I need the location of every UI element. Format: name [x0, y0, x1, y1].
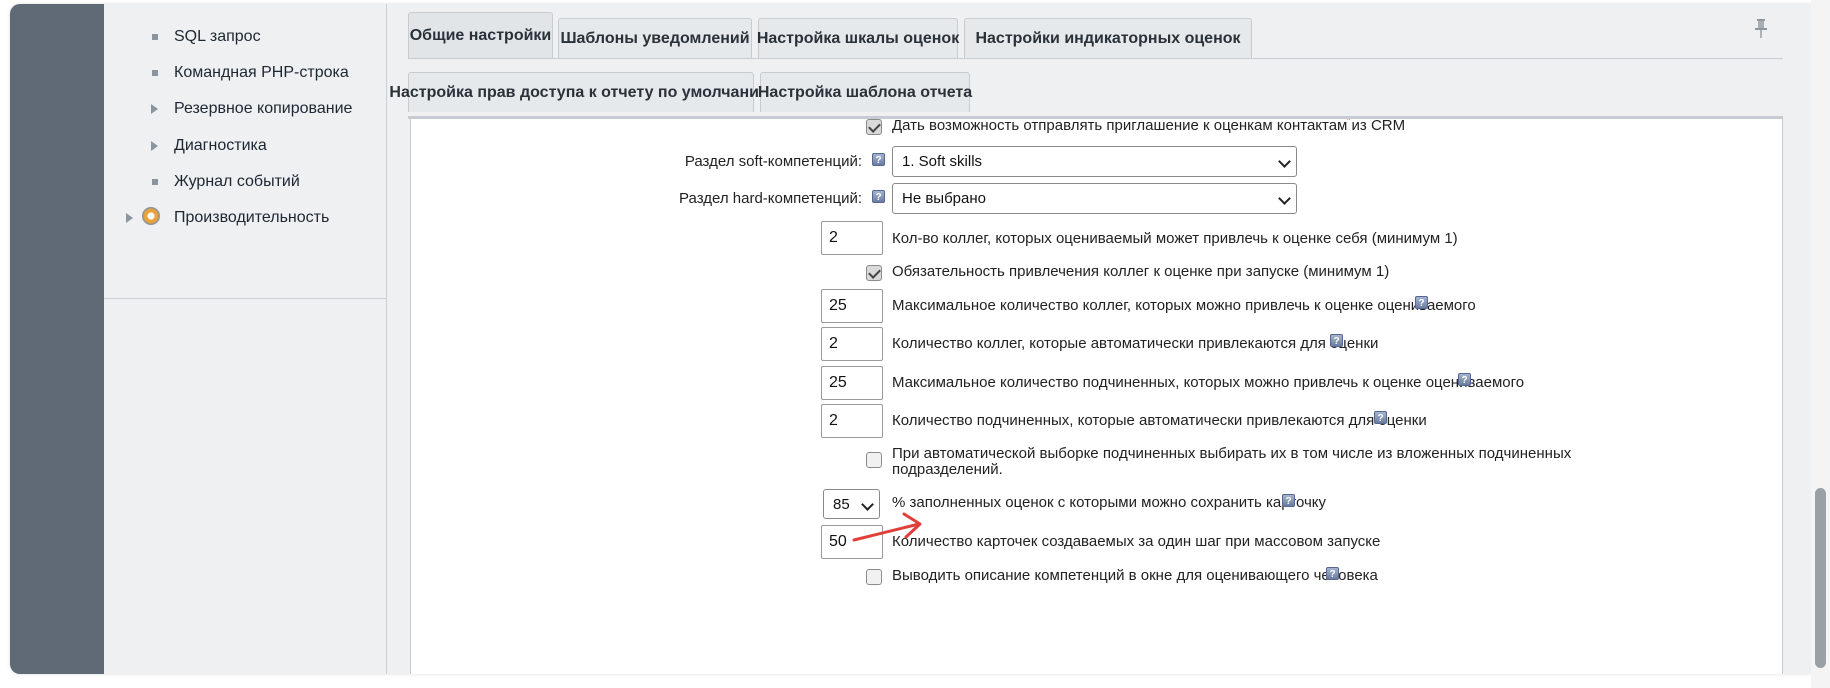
soft-section-value: 1. Soft skills [902, 153, 983, 170]
sidebar-item-label: Диагностика [174, 137, 267, 154]
sidebar-item-label: SQL запрос [174, 28, 261, 45]
fill-percent-value: 85 [833, 496, 850, 513]
auto-subordinates-input[interactable]: 2 [821, 404, 883, 438]
red-arrow-icon [852, 512, 922, 542]
help-icon[interactable]: ? [1458, 373, 1471, 386]
sidebar-item-event-log[interactable]: Журнал событий [104, 165, 386, 199]
nested-subordinates-checkbox[interactable] [866, 452, 882, 468]
sidebar-item-diagnostics[interactable]: Диагностика [104, 129, 386, 163]
show-descriptions-checkbox[interactable] [866, 569, 882, 585]
max-subordinates-input[interactable]: 25 [821, 366, 883, 400]
sidebar-item-label: Резервное копирование [174, 100, 353, 117]
sidebar-divider [104, 298, 386, 299]
tab-label: Настройка прав доступа к отчету по умолч… [389, 83, 773, 101]
auto-subordinates-label: Количество подчиненных, которые автомати… [892, 412, 1427, 429]
sidebar-item-label: Командная PHP-строка [174, 64, 349, 81]
chevron-down-icon [1278, 192, 1291, 205]
expand-arrow-icon[interactable] [151, 141, 158, 151]
colleagues-self-label: Кол-во коллег, которых оцениваемый может… [892, 230, 1458, 247]
colleagues-self-input[interactable]: 2 [821, 221, 883, 255]
sidebar-item-label: Производительность [174, 209, 330, 226]
help-icon[interactable]: ? [1415, 296, 1428, 309]
bullet-icon [152, 34, 158, 40]
hard-section-select[interactable]: Не выбрано [892, 183, 1297, 214]
gauge-icon [142, 207, 160, 225]
settings-content: Общие настройки Шаблоны уведомлений Наст… [387, 4, 1820, 674]
max-colleagues-label: Максимальное количество коллег, которых … [892, 297, 1476, 314]
sidebar-item-label: Журнал событий [174, 173, 300, 190]
left-dark-strip [10, 4, 104, 674]
show-descriptions-label: Выводить описание компетенций в окне для… [892, 567, 1378, 584]
bullet-icon [152, 179, 158, 185]
cards-per-step-label: Количество карточек создаваемых за один … [892, 533, 1381, 550]
colleagues-required-label: Обязательность привлечения коллег к оцен… [892, 263, 1390, 280]
tab-label: Шаблоны уведомлений [560, 29, 750, 47]
bullet-icon [152, 70, 158, 76]
chevron-down-icon [1278, 155, 1291, 168]
app-window: SQL запрос Командная PHP-строка Резервно… [10, 4, 1820, 674]
auto-colleagues-input[interactable]: 2 [821, 327, 883, 361]
tab-default-report-access[interactable]: Настройка прав доступа к отчету по умолч… [389, 72, 773, 112]
help-icon[interactable]: ? [1374, 411, 1387, 424]
tab-row-divider [408, 58, 1783, 59]
tab-label: Настройка шкалы оценок [756, 29, 960, 47]
soft-section-label: Раздел soft-компетенций: [684, 153, 862, 170]
nested-subordinates-label-cont: подразделений. [892, 461, 1003, 478]
sidebar-item-backup[interactable]: Резервное копирование [104, 92, 386, 126]
nested-subordinates-label: При автоматической выборке подчиненных в… [892, 445, 1572, 462]
hard-section-value: Не выбрано [902, 190, 986, 207]
help-icon[interactable]: ? [872, 153, 885, 166]
crm-invite-label: Дать возможность отправлять приглашение … [892, 119, 1406, 134]
pin-icon[interactable] [1754, 18, 1768, 40]
help-icon[interactable]: ? [1326, 567, 1339, 580]
tab-label: Настройка шаблона отчета [757, 83, 973, 101]
admin-sidebar: SQL запрос Командная PHP-строка Резервно… [104, 4, 387, 674]
chevron-down-icon [861, 498, 874, 511]
general-settings-panel: Дать возможность отправлять приглашение … [410, 119, 1783, 674]
tab-notification-templates[interactable]: Шаблоны уведомлений [558, 18, 752, 58]
required-mark: * [1346, 119, 1351, 127]
help-icon[interactable]: ? [872, 190, 885, 203]
tab-label: Общие настройки [409, 26, 552, 44]
max-colleagues-input[interactable]: 25 [821, 289, 883, 323]
soft-section-select[interactable]: 1. Soft skills [892, 146, 1297, 177]
hard-section-label: Раздел hard-компетенций: [679, 190, 862, 207]
help-icon[interactable]: ? [1282, 494, 1295, 507]
tab-report-template[interactable]: Настройка шаблона отчета [757, 72, 973, 112]
tab-indicator-ratings[interactable]: Настройки индикаторных оценок [964, 18, 1252, 58]
crm-invite-checkbox[interactable] [866, 119, 882, 135]
sidebar-item-performance[interactable]: Производительность [104, 201, 386, 235]
help-icon[interactable]: ? [1330, 334, 1343, 347]
tab-label: Настройки индикаторных оценок [975, 29, 1241, 47]
tab-rating-scale[interactable]: Настройка шкалы оценок [756, 18, 960, 58]
tab-general-settings[interactable]: Общие настройки [408, 12, 553, 58]
sidebar-item-sql-query[interactable]: SQL запрос [104, 20, 386, 54]
page-scrollbar[interactable] [1811, 0, 1830, 688]
expand-arrow-icon[interactable] [151, 104, 158, 114]
fill-percent-label: % заполненных оценок с которыми можно со… [892, 494, 1327, 511]
sidebar-item-php-console[interactable]: Командная PHP-строка [104, 56, 386, 90]
colleagues-required-checkbox[interactable] [866, 265, 882, 281]
expand-arrow-icon[interactable] [126, 213, 133, 223]
max-subordinates-label: Максимальное количество подчиненных, кот… [892, 374, 1525, 391]
scrollbar-thumb[interactable] [1815, 488, 1826, 668]
auto-colleagues-label: Количество коллег, которые автоматически… [892, 335, 1379, 352]
